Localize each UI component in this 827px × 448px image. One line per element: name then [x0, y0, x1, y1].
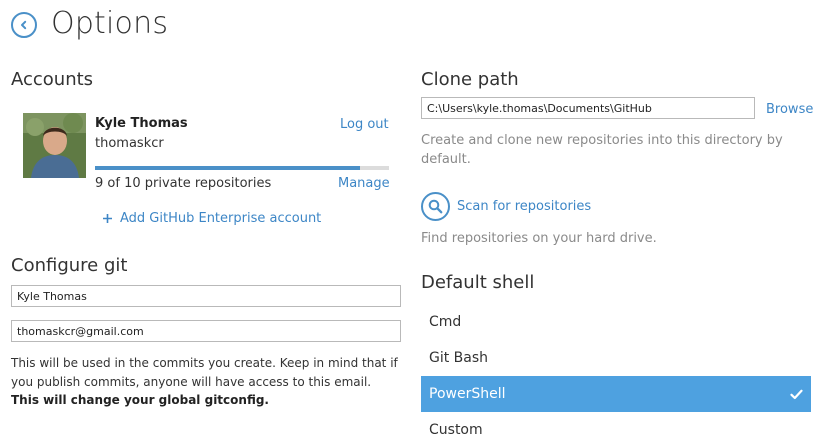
git-help-body: This will be used in the commits you cre… [11, 356, 398, 389]
quota-progress-bar [95, 166, 389, 170]
quota-progress-fill [95, 166, 360, 170]
chevron-left-icon [21, 20, 27, 30]
git-help-warning: This will change your global gitconfig. [11, 393, 269, 407]
back-button[interactable] [11, 12, 37, 38]
plus-icon [103, 214, 112, 223]
scan-button[interactable] [421, 192, 450, 221]
shell-list: Cmd Git Bash PowerShell Custom [421, 304, 811, 448]
shell-option-label: Cmd [429, 314, 462, 330]
account-name: Kyle Thomas [95, 116, 188, 131]
clone-path-field[interactable] [421, 97, 755, 119]
shell-option-git-bash[interactable]: Git Bash [421, 340, 811, 376]
checkmark-icon [790, 376, 803, 412]
scan-link[interactable]: Scan for repositories [457, 199, 591, 214]
shell-option-custom[interactable]: Custom [421, 412, 811, 448]
shell-option-label: Git Bash [429, 350, 489, 366]
search-icon [428, 199, 443, 214]
git-name-field[interactable] [11, 285, 401, 307]
default-shell-title: Default shell [421, 272, 535, 293]
add-enterprise-link[interactable]: Add GitHub Enterprise account [102, 211, 321, 226]
configure-git-title: Configure git [11, 255, 128, 276]
logout-link[interactable]: Log out [340, 117, 389, 132]
shell-option-label: PowerShell [429, 386, 506, 402]
git-help-text: This will be used in the commits you cre… [11, 354, 401, 410]
account-login: thomaskcr [95, 136, 164, 151]
quota-text: 9 of 10 private repositories [95, 176, 272, 191]
browse-link[interactable]: Browse [766, 102, 813, 117]
shell-option-cmd[interactable]: Cmd [421, 304, 811, 340]
shell-option-label: Custom [429, 422, 483, 438]
page-title: Options [51, 6, 169, 41]
shell-option-powershell[interactable]: PowerShell [421, 376, 811, 412]
clone-path-description: Create and clone new repositories into t… [421, 133, 783, 167]
add-enterprise-label: Add GitHub Enterprise account [120, 211, 322, 226]
manage-link[interactable]: Manage [338, 176, 390, 191]
git-email-field[interactable] [11, 320, 401, 342]
accounts-title: Accounts [11, 69, 94, 90]
clone-path-title: Clone path [421, 69, 519, 90]
avatar [23, 113, 86, 178]
scan-description: Find repositories on your hard drive. [421, 231, 657, 246]
